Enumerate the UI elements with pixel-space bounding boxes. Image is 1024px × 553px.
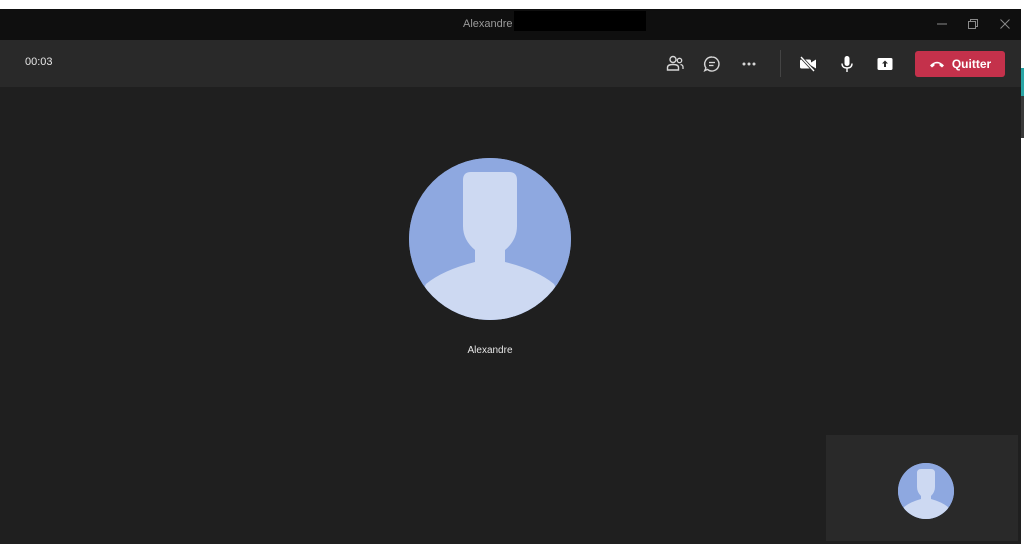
- redacted-title-area: [514, 11, 646, 31]
- participant-avatar: [409, 158, 571, 320]
- leave-call-label: Quitter: [951, 57, 992, 71]
- share-screen-icon: [877, 58, 893, 70]
- call-toolbar: 00:03 Quitter: [0, 40, 1021, 87]
- window-title: Alexandre: [463, 18, 513, 30]
- chat-icon: [703, 56, 720, 72]
- title-bar: Alexandre: [0, 9, 1021, 40]
- close-icon: [1000, 19, 1010, 29]
- participant-name-label: Alexandre: [467, 345, 513, 356]
- participants-button[interactable]: [662, 51, 688, 77]
- minimize-icon: [937, 23, 947, 25]
- minimize-button[interactable]: [932, 15, 952, 33]
- call-timer: 00:03: [25, 56, 53, 68]
- self-view-tile[interactable]: [826, 435, 1018, 541]
- leave-call-button[interactable]: Quitter: [915, 51, 1005, 77]
- close-button[interactable]: [995, 15, 1015, 33]
- chat-button[interactable]: [699, 51, 725, 77]
- self-avatar: [898, 463, 954, 519]
- toolbar-divider: [780, 50, 781, 77]
- microphone-button[interactable]: [834, 51, 860, 77]
- more-options-button[interactable]: [736, 51, 762, 77]
- call-stage: Alexandre: [0, 87, 1021, 544]
- microphone-icon: [841, 56, 853, 72]
- hang-up-icon: [929, 61, 944, 68]
- share-screen-button[interactable]: [872, 51, 898, 77]
- camera-toggle-button[interactable]: [795, 51, 821, 77]
- call-window: Alexandre 00:03 Quitter Alexandre: [0, 9, 1021, 544]
- default-person-icon: [409, 158, 571, 320]
- participants-icon: [666, 55, 684, 71]
- default-person-icon: [898, 463, 954, 519]
- camera-off-icon: [799, 55, 816, 73]
- restore-icon: [968, 19, 978, 29]
- restore-button[interactable]: [963, 15, 983, 33]
- more-options-icon: [742, 62, 756, 66]
